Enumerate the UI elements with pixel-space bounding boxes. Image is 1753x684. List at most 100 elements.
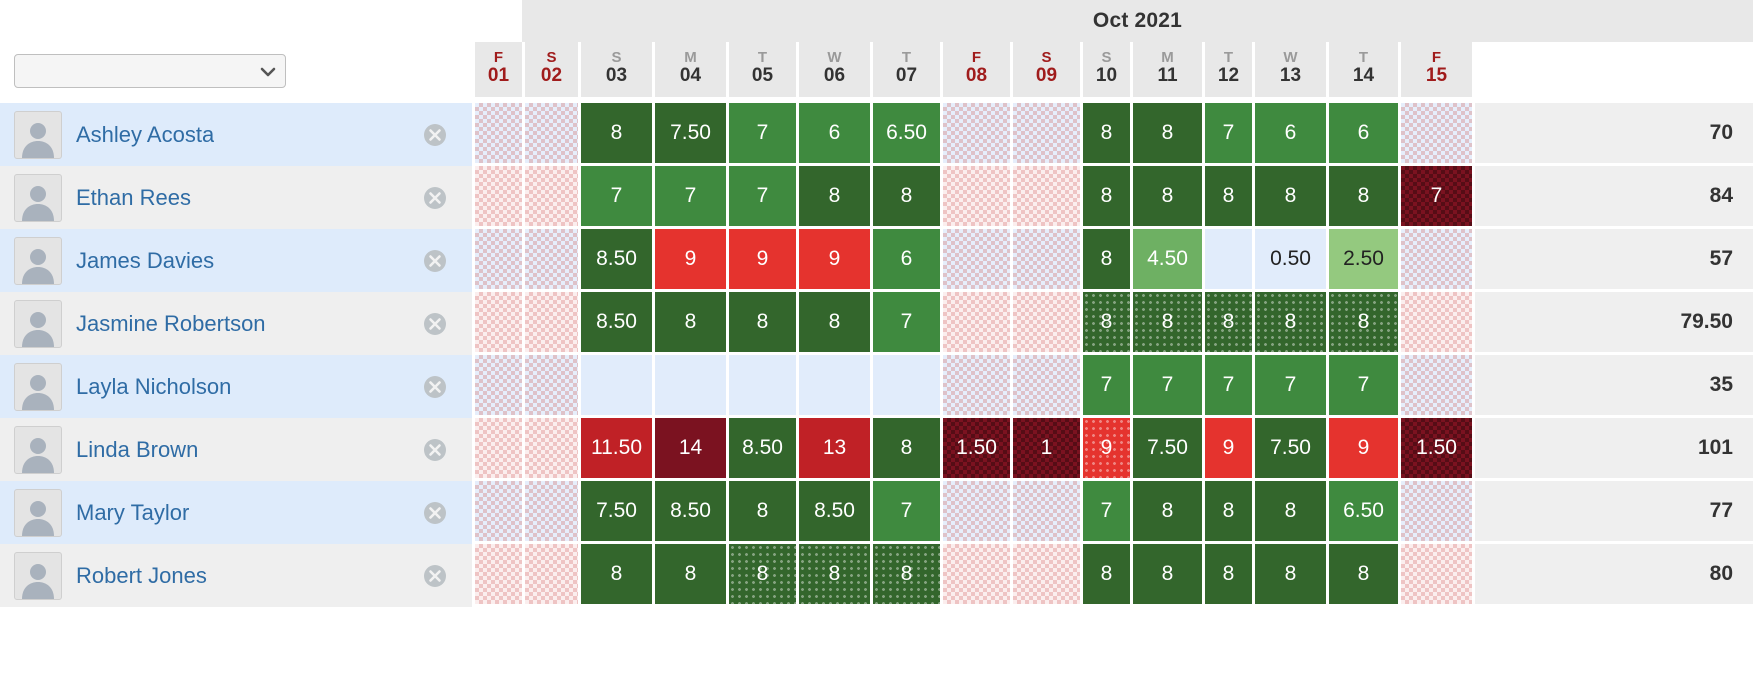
employee-name-cell[interactable]: James Davies — [0, 229, 472, 292]
timesheet-cell[interactable]: 7 — [870, 292, 940, 355]
timesheet-cell[interactable]: 8 — [1130, 166, 1202, 229]
timesheet-cell[interactable] — [940, 103, 1010, 166]
employee-name-cell[interactable]: Layla Nicholson — [0, 355, 472, 418]
timesheet-cell[interactable]: 7 — [1202, 103, 1252, 166]
timesheet-cell[interactable]: 7 — [1080, 355, 1130, 418]
timesheet-cell[interactable] — [522, 166, 578, 229]
timesheet-cell[interactable] — [522, 355, 578, 418]
timesheet-cell[interactable]: 8 — [1252, 166, 1326, 229]
timesheet-cell[interactable] — [1398, 355, 1472, 418]
day-header-07[interactable]: T 07 — [870, 42, 940, 100]
timesheet-cell[interactable] — [522, 418, 578, 481]
timesheet-cell[interactable] — [796, 355, 870, 418]
timesheet-cell[interactable] — [940, 481, 1010, 544]
timesheet-cell[interactable]: 9 — [726, 229, 796, 292]
timesheet-cell[interactable] — [726, 355, 796, 418]
timesheet-cell[interactable]: 8.50 — [796, 481, 870, 544]
delete-row-icon[interactable] — [422, 563, 448, 589]
timesheet-cell[interactable]: 7 — [1398, 166, 1472, 229]
timesheet-cell[interactable]: 1 — [1010, 418, 1080, 481]
timesheet-cell[interactable] — [522, 481, 578, 544]
timesheet-cell[interactable]: 9 — [1326, 418, 1398, 481]
timesheet-cell[interactable]: 7 — [1252, 355, 1326, 418]
timesheet-cell[interactable] — [1010, 292, 1080, 355]
employee-name[interactable]: Ashley Acosta — [76, 122, 214, 148]
delete-row-icon[interactable] — [422, 122, 448, 148]
timesheet-cell[interactable]: 8 — [578, 103, 652, 166]
timesheet-cell[interactable]: 14 — [652, 418, 726, 481]
timesheet-cell[interactable]: 8 — [870, 418, 940, 481]
timesheet-cell[interactable]: 1.50 — [940, 418, 1010, 481]
timesheet-cell[interactable]: 7.50 — [1130, 418, 1202, 481]
timesheet-cell[interactable]: 2.50 — [1326, 229, 1398, 292]
timesheet-cell[interactable] — [652, 355, 726, 418]
timesheet-cell[interactable]: 8 — [1080, 229, 1130, 292]
timesheet-cell[interactable] — [940, 355, 1010, 418]
timesheet-cell[interactable]: 9 — [1202, 418, 1252, 481]
timesheet-cell[interactable] — [578, 355, 652, 418]
timesheet-cell[interactable]: 1.50 — [1398, 418, 1472, 481]
timesheet-cell[interactable] — [870, 355, 940, 418]
timesheet-cell[interactable] — [1010, 229, 1080, 292]
timesheet-cell[interactable] — [472, 292, 522, 355]
employee-name-cell[interactable]: Jasmine Robertson — [0, 292, 472, 355]
timesheet-cell[interactable]: 8 — [1080, 166, 1130, 229]
timesheet-cell[interactable]: 7 — [726, 103, 796, 166]
day-header-13[interactable]: W 13 — [1252, 42, 1326, 100]
timesheet-cell[interactable]: 8 — [726, 481, 796, 544]
timesheet-cell[interactable]: 8 — [726, 292, 796, 355]
timesheet-cell[interactable]: 8 — [1326, 292, 1398, 355]
timesheet-cell[interactable] — [472, 544, 522, 607]
day-header-06[interactable]: W 06 — [796, 42, 870, 100]
timesheet-cell[interactable]: 8 — [1202, 292, 1252, 355]
timesheet-cell[interactable]: 8 — [1080, 292, 1130, 355]
timesheet-cell[interactable]: 8.50 — [726, 418, 796, 481]
timesheet-cell[interactable]: 8 — [1326, 544, 1398, 607]
employee-name[interactable]: Layla Nicholson — [76, 374, 231, 400]
delete-row-icon[interactable] — [422, 437, 448, 463]
timesheet-cell[interactable]: 8 — [1130, 103, 1202, 166]
timesheet-cell[interactable] — [1010, 166, 1080, 229]
timesheet-cell[interactable] — [1010, 544, 1080, 607]
timesheet-cell[interactable] — [940, 166, 1010, 229]
timesheet-cell[interactable]: 8 — [1130, 292, 1202, 355]
employee-name-cell[interactable]: Linda Brown — [0, 418, 472, 481]
day-header-10[interactable]: S 10 — [1080, 42, 1130, 100]
timesheet-cell[interactable]: 8 — [1202, 166, 1252, 229]
timesheet-cell[interactable]: 8 — [1080, 103, 1130, 166]
timesheet-cell[interactable]: 7.50 — [578, 481, 652, 544]
employee-name[interactable]: Ethan Rees — [76, 185, 191, 211]
day-header-03[interactable]: S 03 — [578, 42, 652, 100]
employee-select[interactable] — [14, 54, 286, 88]
timesheet-cell[interactable]: 13 — [796, 418, 870, 481]
timesheet-cell[interactable]: 8 — [1252, 544, 1326, 607]
timesheet-cell[interactable] — [522, 544, 578, 607]
timesheet-cell[interactable]: 8.50 — [578, 292, 652, 355]
timesheet-cell[interactable]: 8 — [796, 166, 870, 229]
timesheet-cell[interactable] — [1010, 103, 1080, 166]
timesheet-cell[interactable] — [472, 166, 522, 229]
timesheet-cell[interactable]: 8 — [578, 544, 652, 607]
timesheet-cell[interactable] — [940, 544, 1010, 607]
timesheet-cell[interactable]: 8 — [1252, 481, 1326, 544]
timesheet-cell[interactable] — [1398, 103, 1472, 166]
timesheet-cell[interactable]: 7 — [652, 166, 726, 229]
delete-row-icon[interactable] — [422, 311, 448, 337]
timesheet-cell[interactable] — [472, 229, 522, 292]
day-header-04[interactable]: M 04 — [652, 42, 726, 100]
timesheet-cell[interactable] — [522, 229, 578, 292]
timesheet-cell[interactable]: 6 — [1252, 103, 1326, 166]
timesheet-cell[interactable]: 9 — [1080, 418, 1130, 481]
timesheet-cell[interactable]: 8 — [1202, 481, 1252, 544]
employee-name[interactable]: Linda Brown — [76, 437, 198, 463]
timesheet-cell[interactable]: 8.50 — [652, 481, 726, 544]
day-header-14[interactable]: T 14 — [1326, 42, 1398, 100]
delete-row-icon[interactable] — [422, 500, 448, 526]
timesheet-cell[interactable] — [940, 229, 1010, 292]
timesheet-cell[interactable]: 8 — [796, 292, 870, 355]
timesheet-cell[interactable]: 6 — [1326, 103, 1398, 166]
timesheet-cell[interactable]: 7.50 — [652, 103, 726, 166]
employee-name-cell[interactable]: Robert Jones — [0, 544, 472, 607]
timesheet-cell[interactable]: 6 — [870, 229, 940, 292]
employee-name[interactable]: Mary Taylor — [76, 500, 189, 526]
